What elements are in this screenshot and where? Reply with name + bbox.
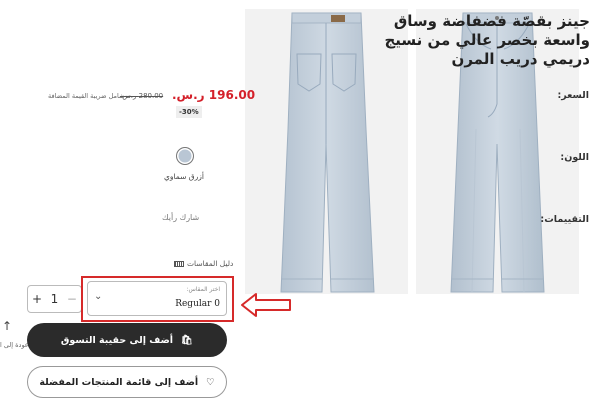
quantity-value: 1 bbox=[50, 292, 59, 306]
color-swatch[interactable] bbox=[176, 147, 194, 165]
product-title: جينز بقصّة فضفاضة وساق واسعة بخصر عالي م… bbox=[384, 12, 590, 68]
add-to-wishlist-button[interactable]: ♡ أضف إلى قائمة المنتجات المفضلة bbox=[27, 366, 227, 398]
arrow-up-icon[interactable]: ↑ bbox=[0, 319, 14, 339]
minus-button[interactable]: − bbox=[67, 292, 77, 306]
ruler-icon bbox=[174, 260, 184, 267]
color-label: اللون: bbox=[560, 152, 589, 163]
add-to-bag-label: أضف إلى حقيبة التسوق bbox=[60, 334, 174, 346]
add-to-bag-button[interactable]: 🛍 أضف إلى حقيبة التسوق bbox=[27, 323, 227, 357]
size-guide-link[interactable]: دليل المقاسات bbox=[174, 259, 233, 268]
back-to-top-label[interactable]: عودة إلى ا bbox=[0, 341, 29, 349]
size-guide-label: دليل المقاسات bbox=[187, 259, 234, 268]
annotation-highlight-box bbox=[81, 276, 234, 322]
annotation-arrow-icon bbox=[241, 293, 291, 317]
vat-note: شامل ضريبة القيمة المضافة bbox=[48, 92, 125, 100]
heart-icon: ♡ bbox=[206, 376, 215, 388]
add-to-wishlist-label: أضف إلى قائمة المنتجات المفضلة bbox=[39, 376, 199, 388]
quantity-stepper[interactable]: + 1 − bbox=[27, 285, 82, 313]
color-name: أزرق سماوي bbox=[164, 172, 204, 181]
share-review-link[interactable]: شارك رأيك bbox=[162, 213, 199, 222]
original-price: 280.00 ر.س. bbox=[120, 92, 164, 100]
sale-price: 196.00 ر.س. bbox=[172, 88, 256, 102]
plus-button[interactable]: + bbox=[32, 292, 42, 306]
price-label: السعر: bbox=[557, 90, 589, 101]
ratings-label: التقييمات: bbox=[540, 214, 589, 225]
discount-badge: -30% bbox=[176, 106, 202, 118]
shopping-bag-icon: 🛍 bbox=[181, 334, 194, 346]
